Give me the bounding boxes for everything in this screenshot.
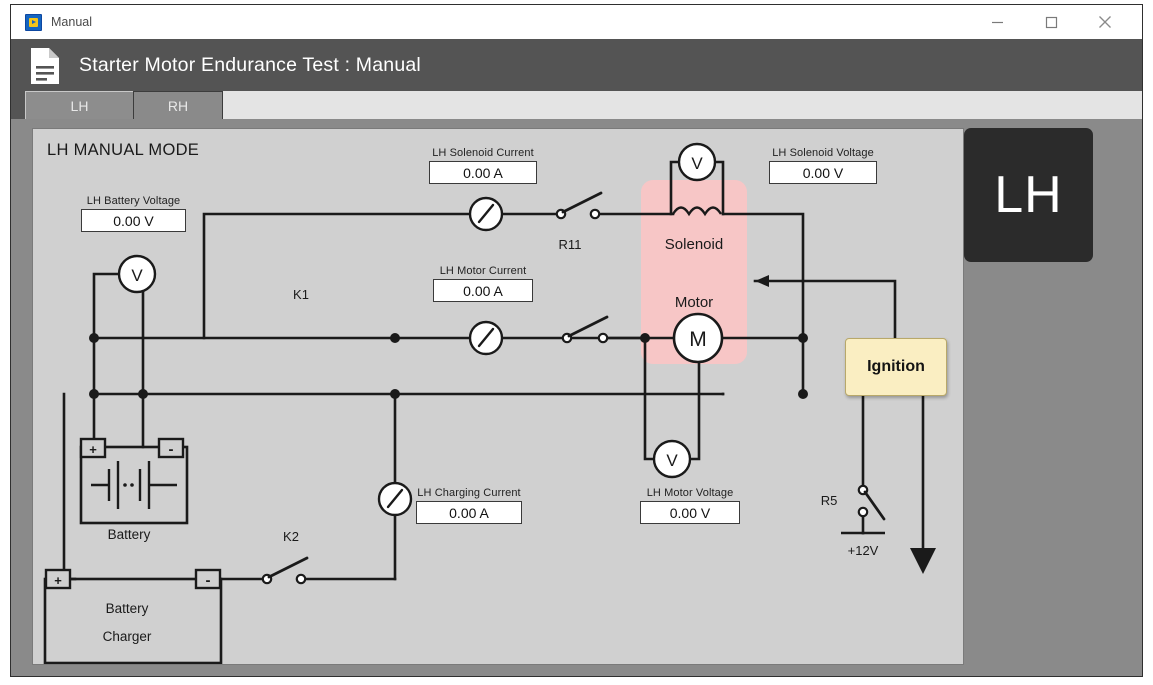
- switch-r11: [555, 191, 603, 220]
- solenoid-ammeter: [468, 196, 504, 232]
- motor-symbol: M: [672, 312, 724, 364]
- indicator-lh-charging-current: LH Charging Current 0.00 A: [416, 487, 522, 524]
- title-bar-left: Manual: [25, 5, 92, 39]
- tab-lh-label: LH: [70, 97, 89, 114]
- indicator-lh-motor-current: LH Motor Current 0.00 A: [433, 265, 533, 302]
- minimize-button[interactable]: [974, 5, 1020, 39]
- labview-icon: [25, 13, 42, 31]
- switch-k2: [261, 556, 309, 585]
- indicator-value: 0.00 A: [416, 501, 522, 524]
- indicator-value: 0.00 V: [81, 209, 186, 232]
- battery-charger-symbol: [43, 568, 223, 664]
- document-icon: [27, 46, 63, 86]
- window-title: Manual: [51, 15, 92, 29]
- tab-rh-label: RH: [167, 97, 189, 114]
- svg-text:V: V: [131, 266, 143, 285]
- ignition-block: Ignition: [845, 338, 947, 396]
- switch-r5-label: R5: [821, 493, 838, 508]
- page-title: Starter Motor Endurance Test : Manual: [79, 53, 421, 76]
- charger-label-line1: Battery: [106, 601, 149, 616]
- battery-label: Battery: [108, 527, 151, 542]
- battery-minus-label: -: [169, 441, 174, 458]
- indicator-label: LH Solenoid Current: [432, 147, 534, 159]
- mode-badge-label: LH: [994, 166, 1063, 224]
- indicator-value: 0.00 V: [769, 161, 877, 184]
- close-button[interactable]: [1082, 5, 1128, 39]
- schematic-panel: LH MANUAL MODE Solenoid Motor V V V M K1…: [32, 128, 964, 665]
- charger-minus-label: -: [206, 572, 211, 589]
- indicator-lh-battery-voltage: LH Battery Voltage 0.00 V: [81, 195, 186, 232]
- indicator-lh-solenoid-voltage: LH Solenoid Voltage 0.00 V: [769, 147, 877, 184]
- battery-voltmeter: V: [117, 254, 157, 294]
- content-area: LH LH MANUAL MODE Solenoid Motor V V V M…: [11, 119, 1142, 676]
- tab-rh[interactable]: RH: [133, 91, 223, 119]
- screenshot-root: Manual Starter Motor Endurance Test: Ma…: [0, 0, 1153, 685]
- indicator-label: LH Motor Current: [439, 265, 527, 277]
- tab-lh[interactable]: LH: [25, 91, 133, 119]
- switch-r5: [857, 484, 886, 521]
- charging-ammeter: [377, 481, 413, 517]
- indicator-lh-solenoid-current: LH Solenoid Current 0.00 A: [429, 147, 537, 184]
- ignition-arrow-head: [755, 275, 769, 287]
- charger-plus-label: +: [54, 573, 62, 588]
- svg-text:V: V: [666, 451, 678, 470]
- minimize-icon: [991, 21, 1003, 23]
- battery-plus-label: +: [89, 442, 97, 457]
- switch-k2-label: K2: [283, 529, 299, 544]
- tab-bar: LH RH: [11, 91, 1142, 120]
- tab-bar-filler: [223, 91, 1142, 120]
- maximize-icon: [1045, 16, 1057, 28]
- indicator-lh-motor-voltage: LH Motor Voltage 0.00 V: [640, 487, 740, 524]
- title-bar: Manual: [11, 5, 1142, 39]
- application-window: Manual Starter Motor Endurance Test: Ma…: [10, 4, 1143, 677]
- indicator-label: LH Motor Voltage: [646, 487, 734, 499]
- motor-ammeter: [468, 320, 504, 356]
- indicator-value: 0.00 A: [433, 279, 533, 302]
- maximize-button[interactable]: [1028, 5, 1074, 39]
- indicator-label: LH Solenoid Voltage: [772, 147, 874, 159]
- motor-voltmeter: V: [652, 439, 692, 479]
- app-header: Starter Motor Endurance Test : Manual: [11, 39, 1142, 91]
- indicator-label: LH Battery Voltage: [86, 195, 181, 207]
- ground-arrow-head: [910, 548, 936, 574]
- supply-label: +12V: [848, 543, 879, 558]
- indicator-label: LH Charging Current: [417, 487, 521, 499]
- close-icon: [1099, 16, 1111, 28]
- ignition-label: Ignition: [867, 358, 925, 375]
- indicator-value: 0.00 V: [640, 501, 740, 524]
- svg-text:M: M: [689, 328, 707, 351]
- mode-badge: LH: [964, 128, 1093, 262]
- switch-r11-label: R11: [559, 237, 582, 252]
- svg-text:V: V: [691, 154, 703, 173]
- switch-k1-label: K1: [293, 287, 309, 302]
- solenoid-voltmeter: V: [677, 142, 717, 182]
- indicator-value: 0.00 A: [429, 161, 537, 184]
- charger-label-line2: Charger: [103, 629, 152, 644]
